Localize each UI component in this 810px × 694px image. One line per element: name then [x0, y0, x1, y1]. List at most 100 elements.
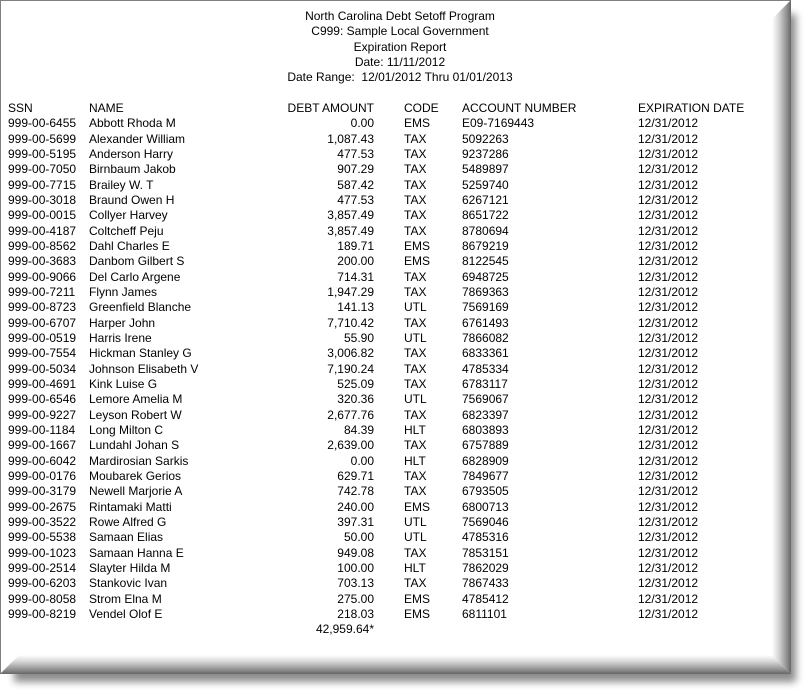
table-row: 999-00-5034 Johnson Elisabeth V 7,190.24 TA… [0, 362, 772, 377]
name-cell: Samaan Elias [89, 530, 164, 545]
debt-amount-cell: 2,639.00 [327, 438, 374, 453]
account-number-cell: 7866082 [462, 330, 509, 345]
code-cell: TAX [404, 131, 427, 146]
name-cell: Lundahl Johan S [89, 438, 180, 453]
debt-amount-cell: 0.00 [350, 116, 374, 131]
debt-amount-cell: 1,087.43 [327, 131, 374, 146]
table-row: 999-00-9066 Del Carlo Argene 714.31 TAX 6948… [0, 270, 772, 285]
code-cell: TAX [404, 361, 427, 376]
debt-amount-cell: 141.13 [337, 300, 374, 315]
debt-amount-cell: 84.39 [343, 422, 374, 437]
account-number-cell: 5259740 [462, 177, 509, 192]
code-cell: TAX [404, 468, 427, 483]
ssn-cell: 999-00-8723 [8, 300, 77, 315]
table-row: 999-00-6707 Harper John 7,710.42 TAX 6761493… [0, 316, 772, 331]
table-row: 999-00-0015 Collyer Harvey 3,857.49 TAX 8651… [0, 208, 772, 223]
ssn-cell: 999-00-2514 [8, 560, 77, 575]
code-cell: HLT [404, 560, 426, 575]
code-cell: TAX [404, 576, 427, 591]
table-row: 999-00-9227 Leyson Robert W 2,677.76 TAX 682… [0, 408, 772, 423]
account-number-cell: 7569067 [462, 392, 509, 407]
account-number-cell: 6757889 [462, 438, 509, 453]
account-number-cell: 4785316 [462, 530, 509, 545]
name-cell: Newell Marjorie A [89, 484, 183, 499]
name-cell: Danbom Gilbert S [89, 254, 185, 269]
ssn-cell: 999-00-9227 [8, 407, 77, 422]
code-cell: TAX [404, 177, 427, 192]
code-cell: TAX [404, 192, 427, 207]
table-row: 999-00-7715 Brailey W. T 587.42 TAX 5259740 1… [0, 178, 772, 193]
expiration-date-cell: 12/31/2012 [638, 192, 699, 207]
expiration-date-cell: 12/31/2012 [638, 146, 699, 161]
expiration-date-cell: 12/31/2012 [638, 254, 699, 269]
code-cell: UTL [404, 300, 427, 315]
code-cell: EMS [404, 499, 431, 514]
name-cell: Long Milton C [89, 422, 164, 437]
column-header-name: NAME [89, 101, 124, 115]
expiration-table: SSN NAME DEBT AMOUNT CODE ACCOUNT NUMBER… [0, 101, 772, 637]
debt-amount-cell: 7,190.24 [327, 361, 374, 376]
name-cell: Brailey W. T [89, 177, 154, 192]
ssn-cell: 999-00-0176 [8, 468, 77, 483]
name-cell: Harris Irene [89, 330, 152, 345]
account-number-cell: 6267121 [462, 192, 509, 207]
ssn-cell: 999-00-3018 [8, 192, 77, 207]
account-number-cell: 7853151 [462, 545, 509, 560]
ssn-cell: 999-00-1184 [8, 422, 76, 437]
ssn-cell: 999-00-7554 [8, 346, 77, 361]
ssn-cell: 999-00-4187 [8, 223, 77, 238]
table-row: 999-00-6546 Lemore Amelia M 320.36 UTL 75690… [0, 392, 772, 407]
code-cell: UTL [404, 392, 427, 407]
code-cell: EMS [404, 116, 431, 131]
code-cell: TAX [404, 284, 427, 299]
debt-amount-cell: 587.42 [337, 177, 374, 192]
account-number-cell: 7867433 [462, 576, 509, 591]
report-date-range: Date Range: 12/01/2012 Thru 01/01/2013 [287, 70, 513, 85]
table-row: 999-00-1184 Long Milton C 84.39 HLT 6803893 1… [0, 423, 772, 438]
column-header-debt-amount: DEBT AMOUNT [287, 101, 374, 115]
account-number-cell: 4785412 [462, 591, 509, 606]
account-number-cell: 6761493 [462, 315, 509, 330]
name-cell: Dahl Charles E [89, 238, 170, 253]
debt-amount-cell: 714.31 [337, 269, 374, 284]
expiration-date-cell: 12/31/2012 [638, 560, 699, 575]
ssn-cell: 999-00-3683 [8, 254, 77, 269]
expiration-date-cell: 12/31/2012 [638, 162, 699, 177]
expiration-date-cell: 12/31/2012 [638, 545, 699, 560]
account-number-cell: 5092263 [462, 131, 509, 146]
name-cell: Hickman Stanley G [89, 346, 192, 361]
ssn-cell: 999-00-5538 [8, 530, 77, 545]
account-number-cell: 8122545 [462, 254, 509, 269]
name-cell: Kink Luise G [89, 376, 158, 391]
debt-amount-cell: 742.78 [337, 484, 374, 499]
name-cell: Abbott Rhoda M [89, 116, 176, 131]
ssn-cell: 999-00-5195 [8, 146, 77, 161]
ssn-cell: 999-00-9066 [8, 269, 77, 284]
code-cell: UTL [404, 514, 427, 529]
code-cell: TAX [404, 346, 427, 361]
code-cell: TAX [404, 146, 427, 161]
ssn-cell: 999-00-7211 [8, 284, 76, 299]
debt-amount-cell: 0.00 [350, 453, 374, 468]
table-row: 999-00-4691 Kink Luise G 525.09 TAX 6783117 1… [0, 377, 772, 392]
expiration-date-cell: 12/31/2012 [638, 361, 699, 376]
code-cell: TAX [404, 484, 427, 499]
debt-amount-cell: 275.00 [337, 591, 374, 606]
ssn-cell: 999-00-6546 [8, 392, 77, 407]
table-row: 999-00-7211 Flynn James 1,947.29 TAX 7869363… [0, 285, 772, 300]
code-cell: TAX [404, 269, 427, 284]
ssn-cell: 999-00-0015 [8, 208, 77, 223]
debt-amount-cell: 477.53 [337, 192, 374, 207]
report-header: North Carolina Debt Setoff Program C999:… [0, 9, 800, 85]
expiration-date-cell: 12/31/2012 [638, 484, 699, 499]
debt-amount-cell: 629.71 [337, 468, 374, 483]
code-cell: TAX [404, 223, 427, 238]
code-cell: EMS [404, 606, 431, 621]
table-row: 999-00-0176 Moubarek Gerios 629.71 TAX 78496… [0, 469, 772, 484]
debt-amount-cell: 3,857.49 [327, 208, 374, 223]
code-cell: EMS [404, 254, 431, 269]
total-row: 42,959.64* [0, 622, 772, 637]
table-row: 999-00-0519 Harris Irene 55.90 UTL 7866082 12… [0, 331, 772, 346]
table-row: 999-00-8219 Vendel Olof E 218.03 EMS 6811101… [0, 607, 772, 622]
expiration-date-cell: 12/31/2012 [638, 131, 699, 146]
